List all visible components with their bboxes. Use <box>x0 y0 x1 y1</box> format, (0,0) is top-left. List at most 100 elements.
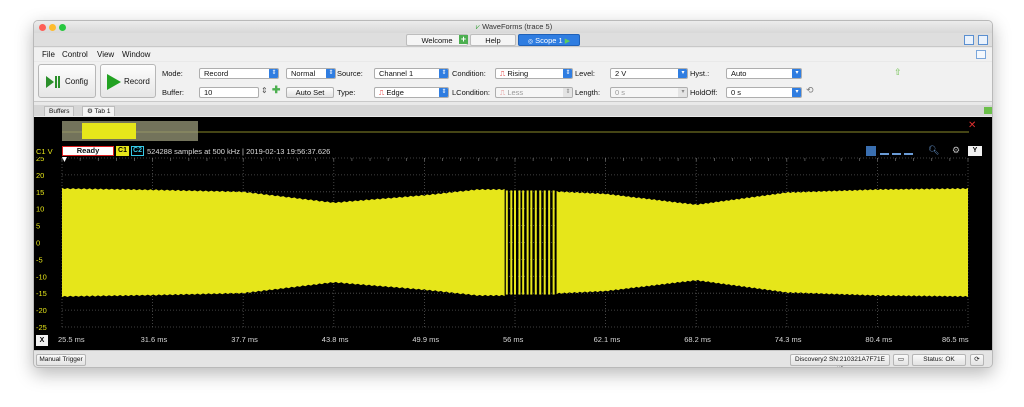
buffer-stepper-icon[interactable]: ⇕ <box>261 86 268 95</box>
dock-icon[interactable] <box>976 50 986 59</box>
mode-select[interactable]: Record ⇕ <box>199 68 279 79</box>
chevron-down-icon: ⇕ <box>269 69 278 78</box>
y-axis-button[interactable]: Y <box>968 146 982 156</box>
waveform-burst-bar <box>505 190 508 295</box>
panel-toggle-icon[interactable] <box>984 107 992 114</box>
chevron-down-icon: ⇕ <box>439 88 448 97</box>
app-window: ⩗ WaveForms (trace 5) Welcome + Help ◎ S… <box>33 20 993 368</box>
overview-close-icon[interactable]: ✕ <box>968 120 976 131</box>
type-label: Type: <box>337 88 356 97</box>
trigger-mode-select[interactable]: Normal ⇕ <box>286 68 336 79</box>
rising-edge-icon: ⎍ <box>500 69 506 78</box>
x-axis: X 25.5 ms 31.6 ms 37.7 ms 43.8 ms 49.9 ms 56 … <box>34 333 992 350</box>
manual-trigger-button[interactable]: Manual Trigger <box>36 354 86 366</box>
document-tabs: Buffers ⚙ Tab 1 <box>34 105 992 116</box>
tab-buffers[interactable]: Buffers <box>44 106 75 116</box>
menu-control[interactable]: Control <box>62 50 88 59</box>
x-tick-label: 68.2 ms <box>684 335 711 344</box>
source-select[interactable]: Channel 1 ⇕ <box>374 68 449 79</box>
device-icon[interactable]: ▭ <box>893 354 909 366</box>
magnifier-icon[interactable]: 🔍︎ <box>928 145 939 156</box>
condition-label: Condition: <box>452 69 486 78</box>
device-selector[interactable]: Discovery2 SN:210321A7F71E #2 <box>790 354 890 367</box>
overview-view-range[interactable] <box>82 123 136 139</box>
settings-icon: ⚙ <box>87 108 93 115</box>
tab-strip: Welcome + Help ◎ Scope 1 ▶ <box>34 33 992 47</box>
channel-2-badge[interactable]: C2 <box>131 146 144 156</box>
waveform-plot[interactable]: 25 20 15 10 5 0 -5 -10 -15 -20 -25 <box>34 157 993 333</box>
layout-vertical-icon[interactable] <box>978 35 988 45</box>
x-tick-label: 31.6 ms <box>140 335 168 344</box>
x-tick-label: 62.1 ms <box>593 335 621 344</box>
x-tick-label: 25.5 ms <box>58 335 85 344</box>
tab-scope-1[interactable]: ◎ Scope 1 ▶ <box>518 34 580 46</box>
y-axis-ticks: 25 20 15 10 5 0 -5 -10 -15 -20 -25 <box>36 157 47 332</box>
waveform-envelope <box>556 187 968 298</box>
x-tick-label: 56 ms <box>503 335 524 344</box>
waveforms-logo-icon: ⩗ <box>475 22 480 31</box>
length-input[interactable]: 0 s ▾ <box>610 87 688 98</box>
waveform-burst-bar <box>514 190 516 295</box>
zoom-xy-icon[interactable] <box>904 147 913 155</box>
x-tick-label: 80.4 ms <box>865 335 893 344</box>
y-tick-label: -20 <box>36 306 47 315</box>
record-play-icon <box>107 74 121 90</box>
x-axis-button[interactable]: X <box>36 335 48 346</box>
waveform-trace <box>62 187 968 298</box>
scope-plot-area[interactable]: ✕ C1 V Ready C1 C2 524288 samples at 500… <box>34 117 993 350</box>
y-tick-label: 20 <box>36 171 44 180</box>
y-tick-label: 5 <box>36 222 40 231</box>
waveform-burst-bar <box>548 190 551 295</box>
chevron-down-icon: ⇕ <box>326 69 335 78</box>
config-button[interactable]: Config <box>38 64 96 98</box>
hyst-input[interactable]: Auto ▾ <box>726 68 802 79</box>
waveform-burst-bar <box>526 190 529 295</box>
holdoff-label: HoldOff: <box>690 88 718 97</box>
reset-icon[interactable]: ⟲ <box>806 85 814 96</box>
condition-select[interactable]: ⎍ Rising ⇕ <box>495 68 573 79</box>
y-tick-label: -5 <box>36 255 43 264</box>
chevron-down-icon: ⇕ <box>439 69 448 78</box>
level-label: Level: <box>575 69 596 78</box>
x-tick-label: 37.7 ms <box>231 335 258 344</box>
record-button[interactable]: Record <box>100 64 156 98</box>
level-input[interactable]: 2 V ▾ <box>610 68 688 79</box>
zoom-y-icon[interactable] <box>892 147 901 155</box>
waveform-burst-bar <box>510 190 513 295</box>
config-icon <box>46 76 60 88</box>
y-tick-label: 15 <box>36 188 44 197</box>
buffer-label: Buffer: <box>162 88 184 97</box>
scope-icon: ◎ <box>527 39 534 45</box>
zoom-select-icon[interactable] <box>866 146 876 156</box>
menu-window[interactable]: Window <box>122 50 150 59</box>
window-title: ⩗ WaveForms (trace 5) <box>475 22 553 31</box>
trigger-position-marker[interactable] <box>62 157 67 162</box>
add-tab-icon[interactable]: + <box>459 35 468 44</box>
gear-icon[interactable]: ⚙ <box>952 145 960 156</box>
holdoff-input[interactable]: 0 s ▾ <box>726 87 802 98</box>
waveform-burst-bar <box>522 190 525 295</box>
zoom-x-icon[interactable] <box>880 147 889 155</box>
source-label: Source: <box>337 69 363 78</box>
type-select[interactable]: ⎍ Edge ⇕ <box>374 87 449 98</box>
y-tick-label: 0 <box>36 239 40 248</box>
waveform-burst-bar <box>534 190 537 295</box>
channel-1-badge[interactable]: C1 <box>116 146 129 156</box>
waveform-burst-bar <box>539 190 542 295</box>
acquisition-info: 524288 samples at 500 kHz | 2019-02-13 1… <box>147 147 331 156</box>
refresh-icon[interactable]: ⟳ <box>970 354 984 366</box>
menu-file[interactable]: File <box>42 50 55 59</box>
tab-help[interactable]: Help <box>470 34 516 46</box>
lcondition-select[interactable]: ⎍ Less ⇕ <box>495 87 573 98</box>
menu-view[interactable]: View <box>97 50 114 59</box>
auto-set-button[interactable]: Auto Set <box>286 87 334 98</box>
tab-tab-1[interactable]: ⚙ Tab 1 <box>82 106 116 116</box>
lcondition-label: LCondition: <box>452 88 490 97</box>
add-buffer-icon[interactable]: ✚ <box>272 85 280 96</box>
pin-icon[interactable]: ⇧ <box>894 67 902 78</box>
length-label: Length: <box>575 88 601 97</box>
buffer-input[interactable]: 10 <box>199 87 259 98</box>
overview-strip[interactable]: ✕ <box>34 117 993 145</box>
layout-horizontal-icon[interactable] <box>964 35 974 45</box>
x-tick-label: 86.5 ms <box>942 335 969 344</box>
